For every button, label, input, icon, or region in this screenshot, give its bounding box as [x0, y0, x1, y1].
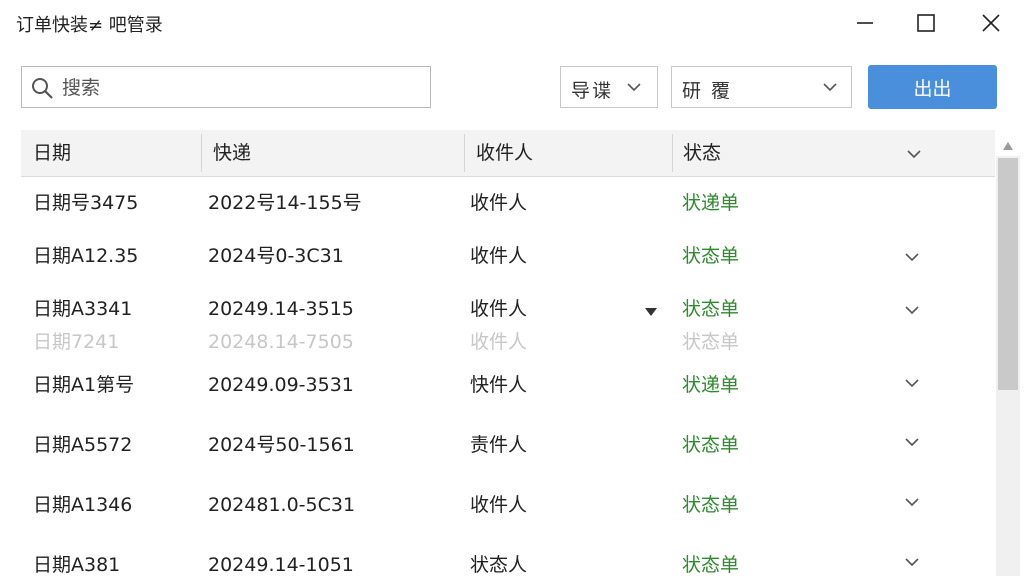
cell-date: 日期号3475 — [33, 192, 139, 214]
minimize-icon — [857, 22, 873, 24]
cell-recipient: 收件人 — [470, 245, 528, 267]
maximize-button[interactable] — [903, 6, 949, 40]
column-header-express[interactable]: 快递 — [213, 130, 251, 176]
cell-recipient: 责件人 — [470, 434, 528, 456]
cell-date: 日期A1346 — [33, 494, 133, 516]
cell-recipient: 收件人 — [470, 192, 528, 214]
cell-express: 2024号50-1561 — [208, 434, 355, 456]
table-row[interactable]: 日期A381 20249.14-1051 状态人 状态单 — [21, 535, 995, 576]
ghost-express: 20248.14-7505 — [208, 331, 354, 353]
chevron-down-icon — [823, 83, 837, 92]
column-divider[interactable] — [201, 134, 202, 172]
table-row[interactable]: 日期A12.35 2024号0-3С31 收件人 状态单 — [21, 230, 995, 284]
cell-status: 状递单 — [682, 192, 740, 214]
close-icon — [982, 14, 1000, 32]
cell-status: 状态单 — [682, 494, 740, 516]
table-row[interactable]: 日期A1第号 20249.09-3531 快件人 状递单 — [21, 356, 995, 416]
cell-recipient: 状态人 — [470, 554, 528, 576]
dropdown-guide[interactable]: 导谍 — [560, 66, 658, 108]
cell-date: 日期A1第号 — [33, 374, 135, 396]
chevron-down-icon — [627, 83, 641, 92]
table-row[interactable]: 日期A5572 2024号50-1561 责件人 状态单 — [21, 415, 995, 476]
cell-recipient: 快件人 — [470, 374, 528, 396]
primary-action-button[interactable]: 出出 — [868, 65, 997, 109]
cell-recipient: 收件人 — [470, 494, 528, 516]
column-divider[interactable] — [672, 134, 673, 172]
window-title: 订单快装≠ 吧管录 — [16, 15, 163, 36]
cell-date: 日期A5572 — [33, 434, 133, 456]
dropdown-filter-label: 研 覆 — [682, 80, 733, 102]
close-button[interactable] — [968, 6, 1014, 40]
ghost-recipient: 收件人 — [470, 331, 528, 353]
search-input[interactable] — [60, 72, 424, 104]
ghost-date: 日期7241 — [33, 331, 120, 353]
cell-express: 20249.09-3531 — [208, 374, 354, 396]
cell-express: 2024号0-3С31 — [208, 245, 344, 267]
scroll-up-icon[interactable] — [1003, 142, 1013, 150]
chevron-down-icon[interactable] — [905, 557, 919, 567]
cell-express: 20249.14-1051 — [208, 554, 354, 576]
search-icon — [32, 78, 53, 99]
chevron-down-icon[interactable] — [905, 437, 919, 447]
minimize-button[interactable] — [842, 6, 888, 40]
cell-date: 日期A12.35 — [33, 245, 139, 267]
dropdown-filter[interactable]: 研 覆 — [671, 66, 852, 108]
toolbar: 导谍 研 覆 出出 — [0, 46, 1024, 128]
search-box[interactable] — [21, 66, 431, 108]
column-header-date[interactable]: 日期 — [33, 130, 71, 176]
ghost-status: 状态单 — [682, 331, 740, 353]
chevron-down-icon[interactable] — [905, 305, 919, 315]
column-divider[interactable] — [464, 134, 465, 172]
column-header-status[interactable]: 状态 — [683, 130, 721, 176]
table-row[interactable]: 日期号3475 2022号14-155号 收件人 状递单 — [21, 177, 995, 231]
ghost-row: 日期7241 20248.14-7505 收件人 状态单 — [21, 328, 995, 356]
chevron-down-icon[interactable] — [905, 378, 919, 388]
scrollbar-thumb[interactable] — [998, 158, 1018, 390]
cell-status: 状态单 — [682, 245, 740, 267]
title-bar: 订单快装≠ 吧管录 — [0, 0, 1024, 46]
data-table: 日期 快递 收件人 状态 日期号3475 2022号14-155号 收件人 状递单 日期… — [21, 130, 1024, 576]
chevron-down-icon[interactable] — [905, 497, 919, 507]
maximize-icon — [917, 14, 935, 32]
table-row[interactable]: 日期A1346 202481.0-5С31 收件人 状态单 — [21, 475, 995, 536]
cell-express: 202481.0-5С31 — [208, 494, 356, 516]
dropdown-guide-label: 导谍 — [571, 80, 614, 102]
chevron-down-icon[interactable] — [905, 252, 919, 262]
cell-status: 状递单 — [682, 374, 740, 396]
vertical-scrollbar[interactable] — [996, 142, 1020, 576]
column-header-recipient[interactable]: 收件人 — [476, 130, 533, 176]
cell-status: 状态单 — [682, 434, 740, 456]
dropdown-triangle-icon[interactable] — [645, 308, 657, 317]
cell-express: 2022号14-155号 — [208, 192, 362, 214]
cell-status: 状态单 — [682, 554, 740, 576]
table-header: 日期 快递 收件人 状态 — [21, 130, 995, 177]
chevron-down-icon[interactable] — [907, 149, 921, 159]
cell-date: 日期A381 — [33, 554, 121, 576]
